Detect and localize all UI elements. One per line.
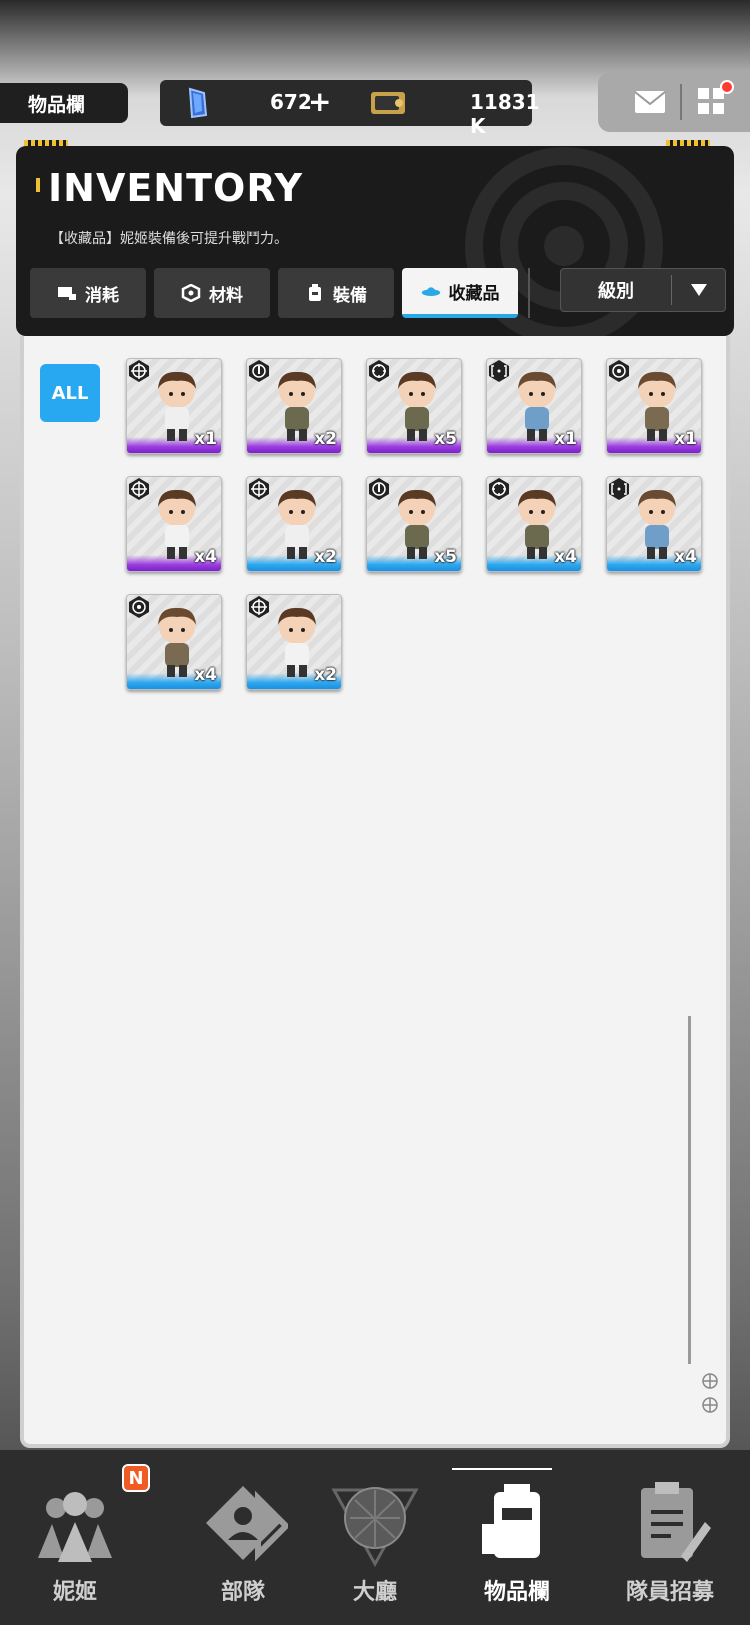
- category-tabs: 消耗 材料 裝備 收藏品: [30, 268, 518, 318]
- item-quantity: x2: [314, 547, 337, 567]
- lobby-icon: [331, 1487, 419, 1568]
- collection-icon: [421, 287, 440, 296]
- item-quantity: x1: [554, 429, 577, 449]
- equipment-icon: [309, 284, 321, 301]
- item-quantity: x4: [194, 547, 217, 567]
- item-quantity: x1: [194, 429, 217, 449]
- target-icon: [489, 478, 509, 500]
- filter-all-button[interactable]: ALL: [40, 364, 100, 422]
- gem-value: 672: [270, 90, 312, 114]
- nikke-icon: [38, 1492, 112, 1562]
- squad-icon: [206, 1486, 288, 1562]
- tab-label: 收藏品: [448, 283, 500, 304]
- drop-icon: [249, 360, 269, 382]
- target-icon: [369, 360, 389, 382]
- inventory-content: ALL x1 x2 x5 x1 x1 x4 x2 x5 x4 x4 x4 x2: [20, 336, 730, 1448]
- pill-divider: [680, 84, 682, 120]
- inventory-icon: [482, 1484, 540, 1558]
- collection-item-card[interactable]: x5: [366, 476, 462, 572]
- top-right-actions: [598, 72, 750, 132]
- gem-icon: [188, 87, 208, 119]
- sort-dropdown[interactable]: 級別: [560, 268, 726, 312]
- collection-item-card[interactable]: x4: [126, 594, 222, 690]
- nav-nikke[interactable]: 妮姬 N: [0, 1450, 150, 1625]
- gold-value: 11831 K: [470, 90, 540, 138]
- nav-label: 妮姬: [52, 1580, 97, 1605]
- tab-material[interactable]: 材料: [154, 268, 270, 318]
- drop-icon: [369, 478, 389, 500]
- gold-ticket-icon: [371, 92, 405, 114]
- item-quantity: x5: [434, 429, 457, 449]
- collection-item-card[interactable]: x2: [246, 476, 342, 572]
- crosshair-small-icon: [702, 1397, 718, 1413]
- material-icon: [181, 284, 201, 302]
- inventory-header: INVENTORY 【收藏品】妮姬裝備後可提升戰鬥力。 消耗 材料 裝備 收藏品…: [16, 146, 734, 336]
- nav-recruit[interactable]: 隊員招募: [595, 1450, 745, 1625]
- scrollbar[interactable]: [688, 1016, 691, 1364]
- crosshair-icon: [129, 478, 149, 500]
- title-accent: [36, 178, 40, 192]
- collection-item-card[interactable]: x4: [126, 476, 222, 572]
- item-quantity: x2: [314, 429, 337, 449]
- collection-item-card[interactable]: x4: [606, 476, 702, 572]
- circle-dot-icon: [129, 596, 149, 618]
- page-label: 物品欄: [0, 83, 128, 123]
- bracket-icon: [489, 360, 509, 382]
- item-quantity: x4: [674, 547, 697, 567]
- currency-bar: 672 + 11831 K: [160, 80, 540, 138]
- sort-label: 級別: [598, 281, 634, 302]
- nav-squad[interactable]: 部隊: [168, 1450, 318, 1625]
- recruit-icon: [641, 1482, 711, 1562]
- crosshair-icon: [249, 596, 269, 618]
- item-grid: x1 x2 x5 x1 x1 x4 x2 x5 x4 x4 x4 x2: [126, 358, 702, 690]
- tab-label: 材料: [209, 285, 243, 306]
- nav-lobby[interactable]: 大廳: [300, 1450, 450, 1625]
- collection-item-card[interactable]: x2: [246, 594, 342, 690]
- collection-item-card[interactable]: x2: [246, 358, 342, 454]
- nav-label: 隊員招募: [625, 1580, 714, 1605]
- nav-inventory[interactable]: 物品欄: [442, 1450, 592, 1625]
- collection-item-card[interactable]: x1: [126, 358, 222, 454]
- bottom-navigation: 妮姬 N 部隊 大廳 物品欄 隊員招募: [0, 1450, 750, 1625]
- collection-item-card[interactable]: x1: [606, 358, 702, 454]
- nav-label: 大廳: [352, 1580, 397, 1605]
- tab-label: 裝備: [333, 285, 367, 306]
- nav-label: 物品欄: [483, 1580, 550, 1605]
- crosshair-icon: [249, 478, 269, 500]
- crosshair-small-icon: [702, 1373, 718, 1389]
- page-title: INVENTORY: [48, 166, 304, 210]
- collection-item-card[interactable]: x1: [486, 358, 582, 454]
- collection-item-card[interactable]: x4: [486, 476, 582, 572]
- consumable-icon: [58, 287, 76, 300]
- nav-label: 部隊: [220, 1580, 265, 1605]
- notification-dot: [720, 80, 734, 94]
- page-subtitle: 【收藏品】妮姬裝備後可提升戰鬥力。: [50, 231, 288, 247]
- item-quantity: x1: [674, 429, 697, 449]
- crosshair-icon: [129, 360, 149, 382]
- new-badge: N: [122, 1464, 150, 1492]
- bracket-icon: [609, 478, 629, 500]
- item-quantity: x4: [194, 665, 217, 685]
- mail-icon[interactable]: [634, 90, 666, 114]
- item-quantity: x5: [434, 547, 457, 567]
- tab-divider: [528, 268, 530, 318]
- add-gem-button[interactable]: +: [308, 85, 331, 118]
- item-quantity: x4: [554, 547, 577, 567]
- chevron-down-icon: [672, 283, 725, 297]
- circle-dot-icon: [609, 360, 629, 382]
- collection-item-card[interactable]: x5: [366, 358, 462, 454]
- tab-consumable[interactable]: 消耗: [30, 268, 146, 318]
- tab-label: 消耗: [85, 285, 119, 306]
- tab-equipment[interactable]: 裝備: [278, 268, 394, 318]
- item-quantity: x2: [314, 665, 337, 685]
- tab-collection[interactable]: 收藏品: [402, 268, 518, 318]
